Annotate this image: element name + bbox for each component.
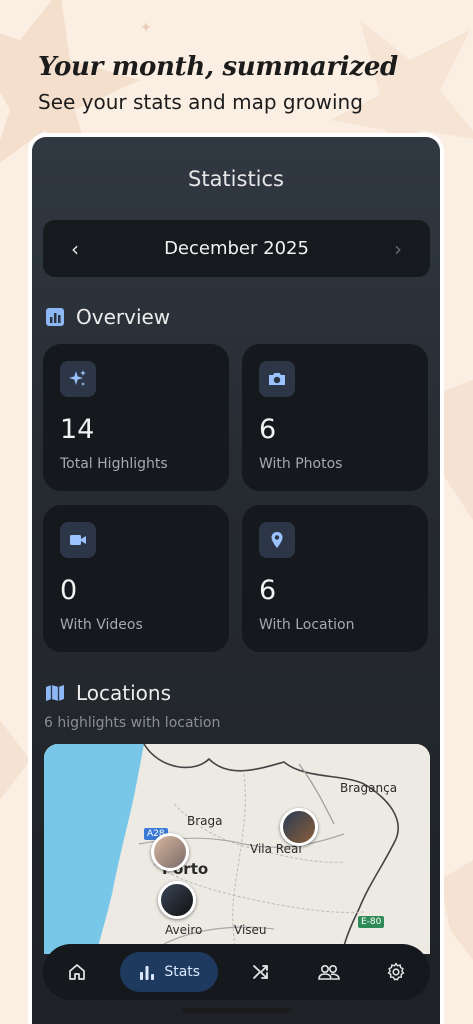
sparkles-icon [60, 361, 96, 397]
map-label-braga: Braga [187, 814, 223, 828]
month-selector: ‹ December 2025 › [43, 220, 430, 277]
map-label-viseu: Viseu [234, 923, 267, 937]
chevron-right-icon[interactable]: › [388, 237, 408, 261]
stat-caption: With Videos [60, 617, 143, 633]
photo-pin[interactable] [158, 881, 196, 919]
stat-caption: Total Highlights [60, 456, 168, 472]
locations-subtitle: 6 highlights with location [44, 715, 221, 731]
map-label-braganca: Bragança [340, 781, 398, 795]
map-label-aveiro: Aveiro [165, 923, 203, 937]
stat-value: 0 [60, 575, 78, 606]
people-icon [317, 964, 340, 980]
page-title: Statistics [188, 167, 284, 191]
stat-value: 6 [259, 575, 277, 606]
promo-headline: Your month, summarized [38, 52, 398, 82]
bottom-navigation: Stats [43, 944, 430, 1000]
stat-value: 14 [60, 414, 95, 445]
photo-pin[interactable] [280, 808, 318, 846]
month-label: December 2025 [164, 238, 309, 259]
camera-icon [259, 361, 295, 397]
nav-shuffle[interactable] [237, 952, 285, 992]
stat-card-total-highlights: 14 Total Highlights [43, 344, 229, 491]
nav-stats[interactable]: Stats [120, 952, 219, 992]
locations-heading: Locations [44, 681, 171, 705]
nav-home[interactable] [53, 952, 101, 992]
nav-settings[interactable] [372, 952, 420, 992]
home-indicator[interactable] [182, 1008, 292, 1013]
stat-card-with-photos: 6 With Photos [242, 344, 428, 491]
nav-people[interactable] [305, 952, 353, 992]
overview-heading: Overview [44, 305, 170, 329]
photo-pin[interactable] [151, 833, 189, 871]
video-icon [60, 522, 96, 558]
nav-stats-label: Stats [164, 964, 201, 980]
shuffle-icon [253, 965, 269, 979]
stat-caption: With Photos [259, 456, 343, 472]
road-badge-e80: E-80 [358, 916, 385, 928]
stat-value: 6 [259, 414, 277, 445]
bar-chart-icon [140, 966, 155, 980]
phone-frame: Statistics ‹ December 2025 › Overview 14… [28, 133, 444, 1024]
locations-heading-label: Locations [76, 681, 172, 705]
locations-map[interactable]: Braga Bragança Porto Vila Real Aveiro Vi… [44, 744, 430, 954]
stat-caption: With Location [259, 617, 355, 633]
statistics-screen: Statistics ‹ December 2025 › Overview 14… [32, 137, 440, 1024]
bar-chart-icon [44, 306, 66, 328]
gear-icon [387, 962, 405, 981]
chevron-left-icon[interactable]: ‹ [65, 237, 85, 261]
overview-heading-label: Overview [76, 305, 171, 329]
svg-text:✦: ✦ [140, 20, 152, 36]
location-pin-icon [259, 522, 295, 558]
map-icon [44, 682, 66, 704]
stat-card-with-location: 6 With Location [242, 505, 428, 652]
promo-subline: See your stats and map growing [38, 90, 363, 114]
stat-card-with-videos: 0 With Videos [43, 505, 229, 652]
home-icon [69, 964, 85, 980]
